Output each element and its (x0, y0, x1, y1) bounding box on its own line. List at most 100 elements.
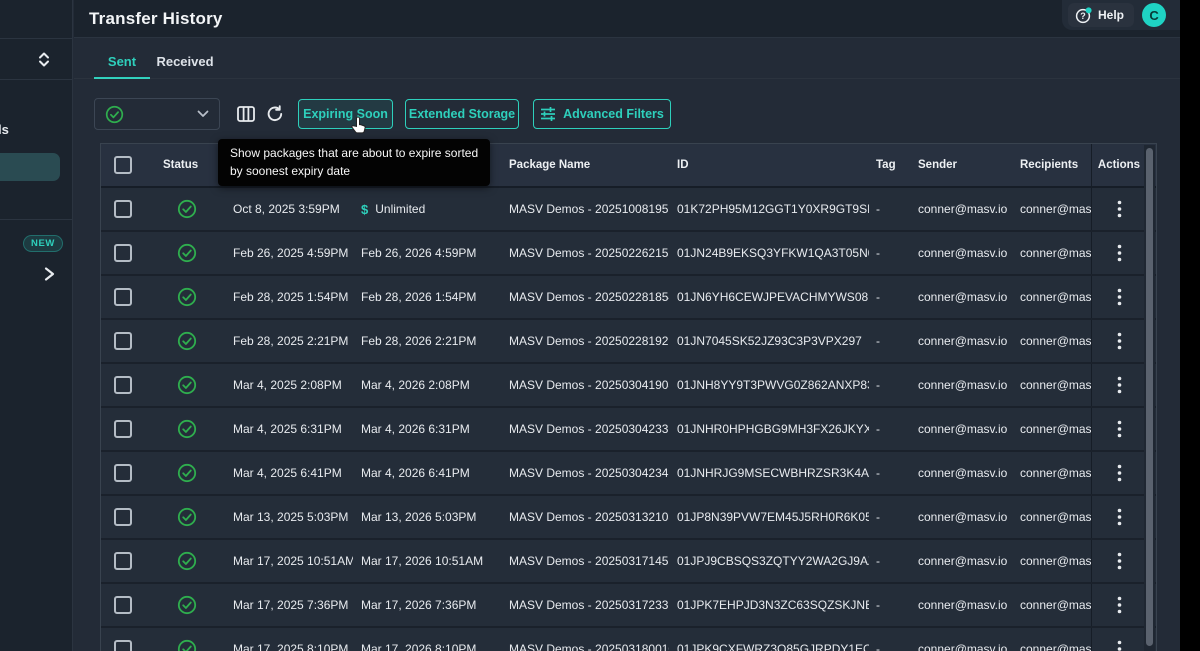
row-checkbox[interactable] (114, 244, 132, 262)
col-status[interactable]: Status (149, 144, 225, 186)
row-checkbox[interactable] (114, 596, 132, 614)
workspace-switcher-icon[interactable] (36, 51, 52, 73)
row-status (149, 452, 225, 494)
status-filter-select[interactable] (94, 98, 220, 130)
row-actions-menu-icon[interactable] (1117, 200, 1122, 218)
sent-date: Mar 17, 2025 7:36PM (225, 584, 353, 626)
row-actions-menu-icon[interactable] (1117, 376, 1122, 394)
refresh-icon[interactable] (265, 104, 285, 124)
row-status (149, 584, 225, 626)
sender-email: conner@masv.io (909, 496, 1011, 538)
row-checkbox[interactable] (114, 288, 132, 306)
package-name: MASV Demos - 202503172336 (497, 584, 669, 626)
expiry-date: $Mar 17, 2026 7:36PM (353, 584, 497, 626)
row-actions-menu-icon[interactable] (1117, 332, 1122, 350)
status-success-icon (177, 375, 197, 395)
package-name: MASV Demos - 202503132103 (497, 496, 669, 538)
tab-received[interactable]: Received (158, 45, 212, 78)
extended-storage-button[interactable]: Extended Storage (405, 99, 519, 129)
table-row[interactable]: Mar 13, 2025 5:03PM $Mar 13, 2026 5:03PM… (101, 496, 1156, 540)
sender-email: conner@masv.io (909, 320, 1011, 362)
sender-email: conner@masv.io (909, 628, 1011, 651)
table-row[interactable]: Mar 4, 2025 6:31PM $Mar 4, 2026 6:31PM M… (101, 408, 1156, 452)
expiry-date: $Mar 17, 2026 8:10PM (353, 628, 497, 651)
row-actions-menu-icon[interactable] (1117, 244, 1122, 262)
row-actions-menu-icon[interactable] (1117, 288, 1122, 306)
columns-icon[interactable] (236, 104, 256, 124)
row-checkbox[interactable] (114, 508, 132, 526)
table-row[interactable]: Mar 4, 2025 2:08PM $Mar 4, 2026 2:08PM M… (101, 364, 1156, 408)
row-checkbox[interactable] (114, 376, 132, 394)
expiry-date-text: Mar 17, 2026 8:10PM (361, 642, 476, 651)
sent-date: Feb 26, 2025 4:59PM (225, 232, 353, 274)
tooltip-line1: Show packages that are about to expire s… (230, 145, 478, 163)
select-all-checkbox[interactable] (114, 156, 132, 174)
expiry-date: $Mar 4, 2026 6:31PM (353, 408, 497, 450)
table-row[interactable]: Feb 28, 2025 1:54PM $Feb 28, 2026 1:54PM… (101, 276, 1156, 320)
row-status (149, 188, 225, 230)
user-avatar[interactable]: C (1142, 3, 1166, 27)
status-success-icon (177, 463, 197, 483)
row-status (149, 628, 225, 651)
package-name: MASV Demos - 202502281854 (497, 276, 669, 318)
sent-date: Mar 4, 2025 2:08PM (225, 364, 353, 406)
sender-email: conner@masv.io (909, 408, 1011, 450)
sidebar-item-selected[interactable] (0, 153, 60, 181)
package-id: 01JPK7EHPJD3N3ZC63SQZSKJNB (669, 584, 869, 626)
row-actions-menu-icon[interactable] (1117, 464, 1122, 482)
package-name: MASV Demos - 202502281921 (497, 320, 669, 362)
help-button[interactable]: ? Help (1068, 3, 1134, 27)
row-actions-menu-icon[interactable] (1117, 508, 1122, 526)
row-checkbox[interactable] (114, 332, 132, 350)
expiry-date-text: Mar 17, 2026 7:36PM (361, 598, 476, 612)
row-checkbox[interactable] (114, 420, 132, 438)
col-package-name[interactable]: Package Name (497, 144, 669, 186)
table-body: Oct 8, 2025 3:59PM $Unlimited MASV Demos… (101, 188, 1156, 651)
tag-value: - (869, 496, 909, 538)
page-title: Transfer History (89, 0, 223, 38)
table-row[interactable]: Feb 28, 2025 2:21PM $Feb 28, 2026 2:21PM… (101, 320, 1156, 364)
table-scrollbar[interactable] (1146, 148, 1153, 646)
table-row[interactable]: Mar 17, 2025 10:51AM $Mar 17, 2026 10:51… (101, 540, 1156, 584)
package-name: MASV Demos - 202503042331 (497, 408, 669, 450)
recipients-email: conner@masv.io (1011, 276, 1091, 318)
recipients-email: conner@masv.io (1011, 188, 1091, 230)
row-actions-menu-icon[interactable] (1117, 596, 1122, 614)
col-recipients[interactable]: Recipients (1011, 144, 1091, 186)
row-checkbox[interactable] (114, 552, 132, 570)
row-checkbox[interactable] (114, 200, 132, 218)
sent-date: Oct 8, 2025 3:59PM (225, 188, 353, 230)
package-name: MASV Demos - 202502262159 (497, 232, 669, 274)
table-row[interactable]: Mar 17, 2025 8:10PM $Mar 17, 2026 8:10PM… (101, 628, 1156, 651)
advanced-filters-button[interactable]: Advanced Filters (533, 99, 671, 129)
sidebar-expand-icon[interactable] (42, 265, 56, 288)
col-id[interactable]: ID (669, 144, 869, 186)
transfer-table: Status Package Name ID Tag Sender Recipi… (100, 143, 1157, 651)
expiry-date: $Mar 4, 2026 2:08PM (353, 364, 497, 406)
row-checkbox[interactable] (114, 640, 132, 651)
package-id: 01JN6YH6CEWJPEVACHMYWS081A (669, 276, 869, 318)
expiry-date-text: Feb 26, 2026 4:59PM (361, 246, 476, 260)
package-id: 01JN7045SK52JZ93C3P3VPX297 (669, 320, 869, 362)
status-success-icon (177, 639, 197, 651)
tab-sent[interactable]: Sent (94, 45, 150, 78)
tag-value: - (869, 276, 909, 318)
table-row[interactable]: Feb 26, 2025 4:59PM $Feb 26, 2026 4:59PM… (101, 232, 1156, 276)
col-sender[interactable]: Sender (909, 144, 1011, 186)
table-row[interactable]: Mar 17, 2025 7:36PM $Mar 17, 2026 7:36PM… (101, 584, 1156, 628)
sent-date: Mar 4, 2025 6:41PM (225, 452, 353, 494)
package-id: 01JPJ9CBSQS3ZQTYY2WA2GJ9AZ (669, 540, 869, 582)
col-tag[interactable]: Tag (869, 144, 909, 186)
row-status (149, 408, 225, 450)
chevron-down-icon (197, 110, 209, 118)
row-actions-menu-icon[interactable] (1117, 640, 1122, 651)
table-row[interactable]: Oct 8, 2025 3:59PM $Unlimited MASV Demos… (101, 188, 1156, 232)
table-row[interactable]: Mar 4, 2025 6:41PM $Mar 4, 2026 6:41PM M… (101, 452, 1156, 496)
expiring-soon-button[interactable]: Expiring Soon (298, 99, 393, 129)
row-checkbox[interactable] (114, 464, 132, 482)
row-actions-menu-icon[interactable] (1117, 420, 1122, 438)
recipients-email: conner@masv.io (1011, 408, 1091, 450)
package-name: MASV Demos - 202503180010 (497, 628, 669, 651)
row-actions-menu-icon[interactable] (1117, 552, 1122, 570)
recipients-email: conner@masv.io (1011, 540, 1091, 582)
